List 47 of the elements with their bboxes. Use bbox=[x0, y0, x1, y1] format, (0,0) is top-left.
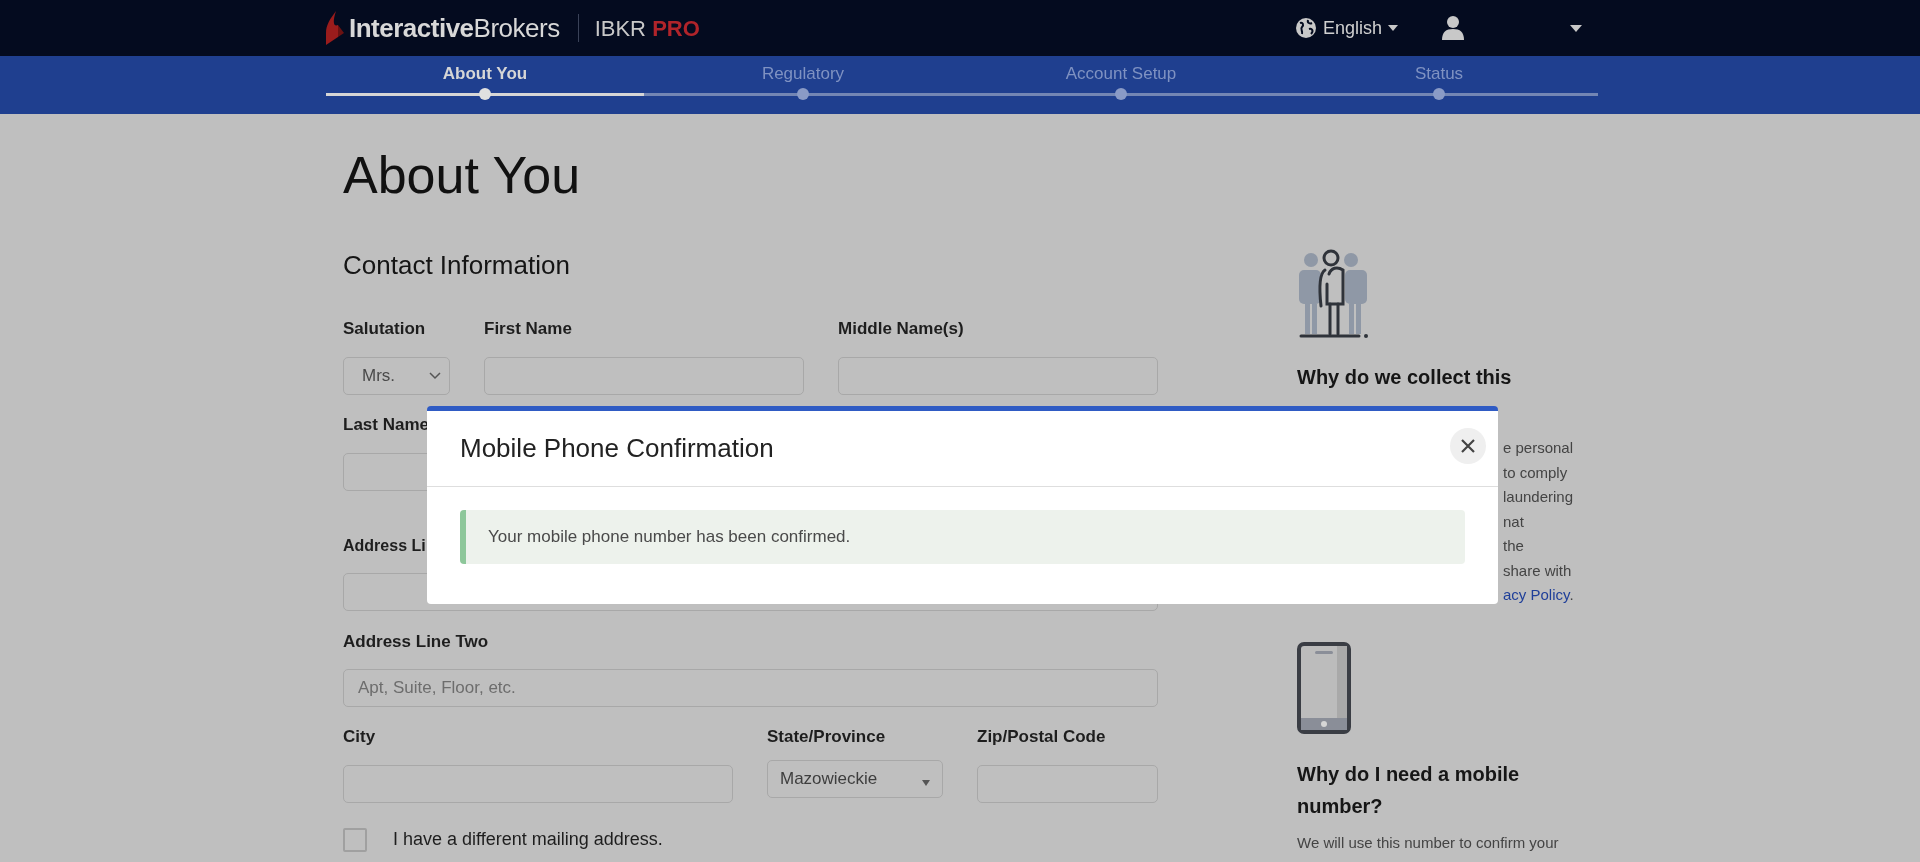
logo-flame-icon bbox=[326, 11, 344, 45]
checkbox-label: I have a different mailing address. bbox=[393, 828, 663, 851]
step-label[interactable]: Regulatory bbox=[761, 61, 845, 87]
info-heading: Why do we collect this bbox=[1297, 365, 1513, 390]
user-icon[interactable] bbox=[1442, 16, 1464, 40]
info-text: nat bbox=[1503, 512, 1524, 530]
caret-icon bbox=[922, 780, 930, 786]
field-label: First Name bbox=[484, 318, 573, 340]
step-label[interactable]: About You bbox=[442, 61, 528, 87]
page-title: About You bbox=[343, 145, 582, 206]
modal-title: Mobile Phone Confirmation bbox=[460, 432, 774, 465]
globe-icon bbox=[1294, 17, 1317, 39]
privacy-policy-link[interactable]: acy Policy bbox=[1503, 586, 1570, 603]
field-label: Zip/Postal Code bbox=[977, 726, 1107, 748]
info-text: We will use this number to confirm your bbox=[1297, 832, 1560, 853]
info-text: share with bbox=[1503, 561, 1572, 579]
field-label: Address Line Two bbox=[343, 631, 490, 653]
close-button[interactable] bbox=[1450, 428, 1486, 464]
field-label: Middle Name(s) bbox=[838, 318, 965, 340]
caret-icon[interactable] bbox=[1570, 24, 1582, 32]
phone-icon bbox=[1297, 641, 1351, 734]
info-heading: Why do I need a mobile number? bbox=[1297, 761, 1521, 819]
checkbox[interactable] bbox=[343, 827, 367, 852]
alert-message: Your mobile phone number has been confirmed. bbox=[488, 526, 851, 549]
info-text: e personal bbox=[1503, 439, 1574, 456]
field-label: Last Name bbox=[343, 414, 430, 436]
state-select[interactable]: Mazowieckie bbox=[767, 760, 943, 798]
salutation-select[interactable]: Mrs. bbox=[343, 357, 450, 395]
input-field[interactable]: Apt, Suite, Floor, etc. bbox=[343, 669, 1158, 707]
caret-icon bbox=[1388, 25, 1398, 31]
close-icon bbox=[1461, 439, 1475, 453]
field-label: State/Province bbox=[767, 726, 887, 748]
section-title: Contact Information bbox=[343, 249, 571, 281]
field-label: Salutation bbox=[343, 318, 427, 340]
field-label: Address Li bbox=[343, 536, 426, 556]
info-text: to comply bbox=[1503, 463, 1568, 481]
chevron-down-icon bbox=[429, 372, 441, 380]
info-text: the bbox=[1503, 537, 1524, 554]
info-text: laundering bbox=[1503, 488, 1574, 505]
step-label[interactable]: Account Setup bbox=[1065, 61, 1177, 87]
language-menu[interactable]: English bbox=[1294, 14, 1398, 42]
step-label[interactable]: Status bbox=[1414, 61, 1464, 87]
info-text: . bbox=[1569, 586, 1574, 603]
field-label: City bbox=[343, 726, 377, 748]
people-icon bbox=[1297, 248, 1369, 340]
product-name: IBKR PRO bbox=[594, 14, 700, 43]
logo-text[interactable]: InteractiveBrokers bbox=[349, 8, 560, 48]
